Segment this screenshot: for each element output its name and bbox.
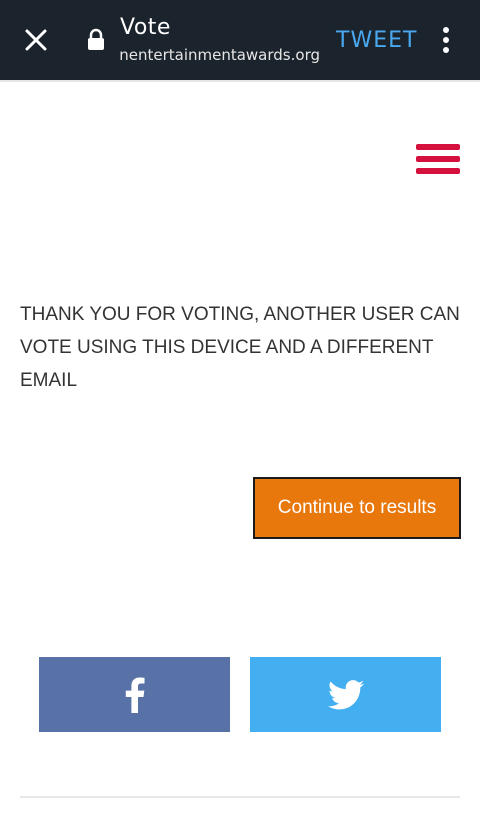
twitter-icon [327,679,364,709]
more-vertical-icon [443,27,449,53]
lock-icon [86,28,106,52]
continue-to-results-button[interactable]: Continue to results [253,477,461,539]
facebook-share-button[interactable] [39,657,230,732]
tweet-button[interactable]: TWEET [336,28,417,53]
hamburger-menu-button[interactable] [416,144,460,182]
close-icon [25,29,47,51]
facebook-icon [125,677,144,713]
footer-divider [20,796,460,798]
close-button[interactable] [14,18,58,62]
page-title: Vote [120,15,171,40]
toolbar-divider [0,80,480,82]
thank-you-message: THANK YOU FOR VOTING, ANOTHER USER CAN V… [20,304,460,391]
page-url: africanentertainmentawards.org [120,46,320,64]
hamburger-menu-icon [416,144,460,150]
browser-toolbar: Vote africanentertainmentawards.org TWEE… [0,0,480,80]
more-options-button[interactable] [430,20,462,60]
twitter-share-button[interactable] [250,657,441,732]
